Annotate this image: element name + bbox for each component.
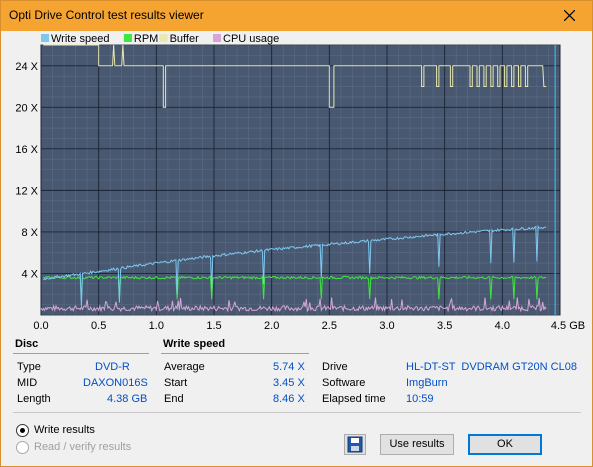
x-tick-label: 0.0 bbox=[33, 320, 48, 332]
legend-label: CPU usage bbox=[223, 33, 279, 45]
x-tick-label: 0.5 bbox=[91, 320, 106, 332]
close-button[interactable] bbox=[548, 1, 592, 31]
close-icon bbox=[564, 10, 575, 21]
legend-label: Write speed bbox=[51, 33, 110, 45]
average-label: Average bbox=[164, 361, 205, 373]
length-label: Length bbox=[17, 393, 51, 405]
y-tick-label: 12 X bbox=[15, 185, 38, 197]
y-tick-label: 24 X bbox=[15, 61, 38, 73]
write-results-label: Write results bbox=[34, 424, 95, 436]
legend-swatch bbox=[41, 34, 49, 42]
legend-swatch bbox=[213, 34, 221, 42]
average-value: 5.74 X bbox=[273, 361, 305, 373]
elapsed-time-value: 10:59 bbox=[406, 393, 434, 405]
save-button[interactable] bbox=[344, 434, 366, 455]
read-verify-results-label: Read / verify results bbox=[34, 441, 132, 453]
start-value: 3.45 X bbox=[273, 377, 305, 389]
x-tick-label: 2.5 bbox=[322, 320, 337, 332]
read-verify-results-radio[interactable] bbox=[16, 441, 29, 454]
legend-swatch bbox=[123, 34, 132, 42]
software-label: Software bbox=[322, 377, 366, 389]
use-results-button[interactable]: Use results bbox=[380, 434, 454, 455]
type-label: Type bbox=[17, 361, 41, 373]
type-value: DVD-R bbox=[95, 361, 130, 373]
legend-label: Buffer bbox=[170, 33, 199, 45]
y-tick-label: 8 X bbox=[21, 227, 38, 239]
chart-area: Write speed RPM Buffer CPU usage 24 X 20 X 16 … bbox=[1, 31, 592, 333]
mid-label: MID bbox=[17, 377, 38, 389]
y-tick-label: 4 X bbox=[21, 268, 38, 280]
x-tick-label: 2.0 bbox=[264, 320, 279, 332]
disc-divider bbox=[13, 353, 149, 354]
drive-label: Drive bbox=[322, 361, 348, 373]
y-tick-label: 16 X bbox=[15, 144, 38, 156]
software-value: ImgBurn bbox=[406, 377, 448, 389]
x-tick-label: 4.0 bbox=[495, 320, 510, 332]
title-bar: Opti Drive Control test results viewer bbox=[1, 1, 592, 31]
mid-value: DAXON016S bbox=[83, 377, 148, 389]
drive-value: HL-DT-ST DVDRAM GT20N CL08 bbox=[406, 361, 577, 373]
x-tick-label: 1.0 bbox=[149, 320, 164, 332]
end-value: 8.46 X bbox=[273, 393, 305, 405]
write-speed-divider bbox=[161, 353, 309, 354]
write-speed-header: Write speed bbox=[163, 338, 226, 350]
legend-label: RPM bbox=[134, 33, 158, 45]
end-label: End bbox=[164, 393, 184, 405]
x-tick-label: 3.0 bbox=[379, 320, 394, 332]
results-viewer-window: Opti Drive Control test results viewer W… bbox=[0, 0, 593, 467]
ok-button[interactable]: OK bbox=[468, 434, 542, 455]
bottom-divider bbox=[13, 412, 581, 413]
length-value: 4.38 GB bbox=[107, 393, 148, 405]
x-tick-label: 4.5 GB bbox=[551, 320, 585, 332]
speed-chart: Write speed RPM Buffer CPU usage 24 X 20 X 16 … bbox=[1, 31, 592, 333]
elapsed-time-label: Elapsed time bbox=[322, 393, 386, 405]
window-title: Opti Drive Control test results viewer bbox=[9, 8, 204, 22]
legend-swatch bbox=[159, 34, 168, 42]
x-tick-label: 3.5 bbox=[437, 320, 452, 332]
x-tick-label: 1.5 bbox=[206, 320, 221, 332]
disc-header: Disc bbox=[15, 338, 39, 350]
y-tick-label: 20 X bbox=[15, 102, 38, 114]
start-label: Start bbox=[164, 377, 188, 389]
write-results-radio[interactable] bbox=[16, 424, 29, 437]
floppy-disk-icon bbox=[347, 436, 363, 453]
